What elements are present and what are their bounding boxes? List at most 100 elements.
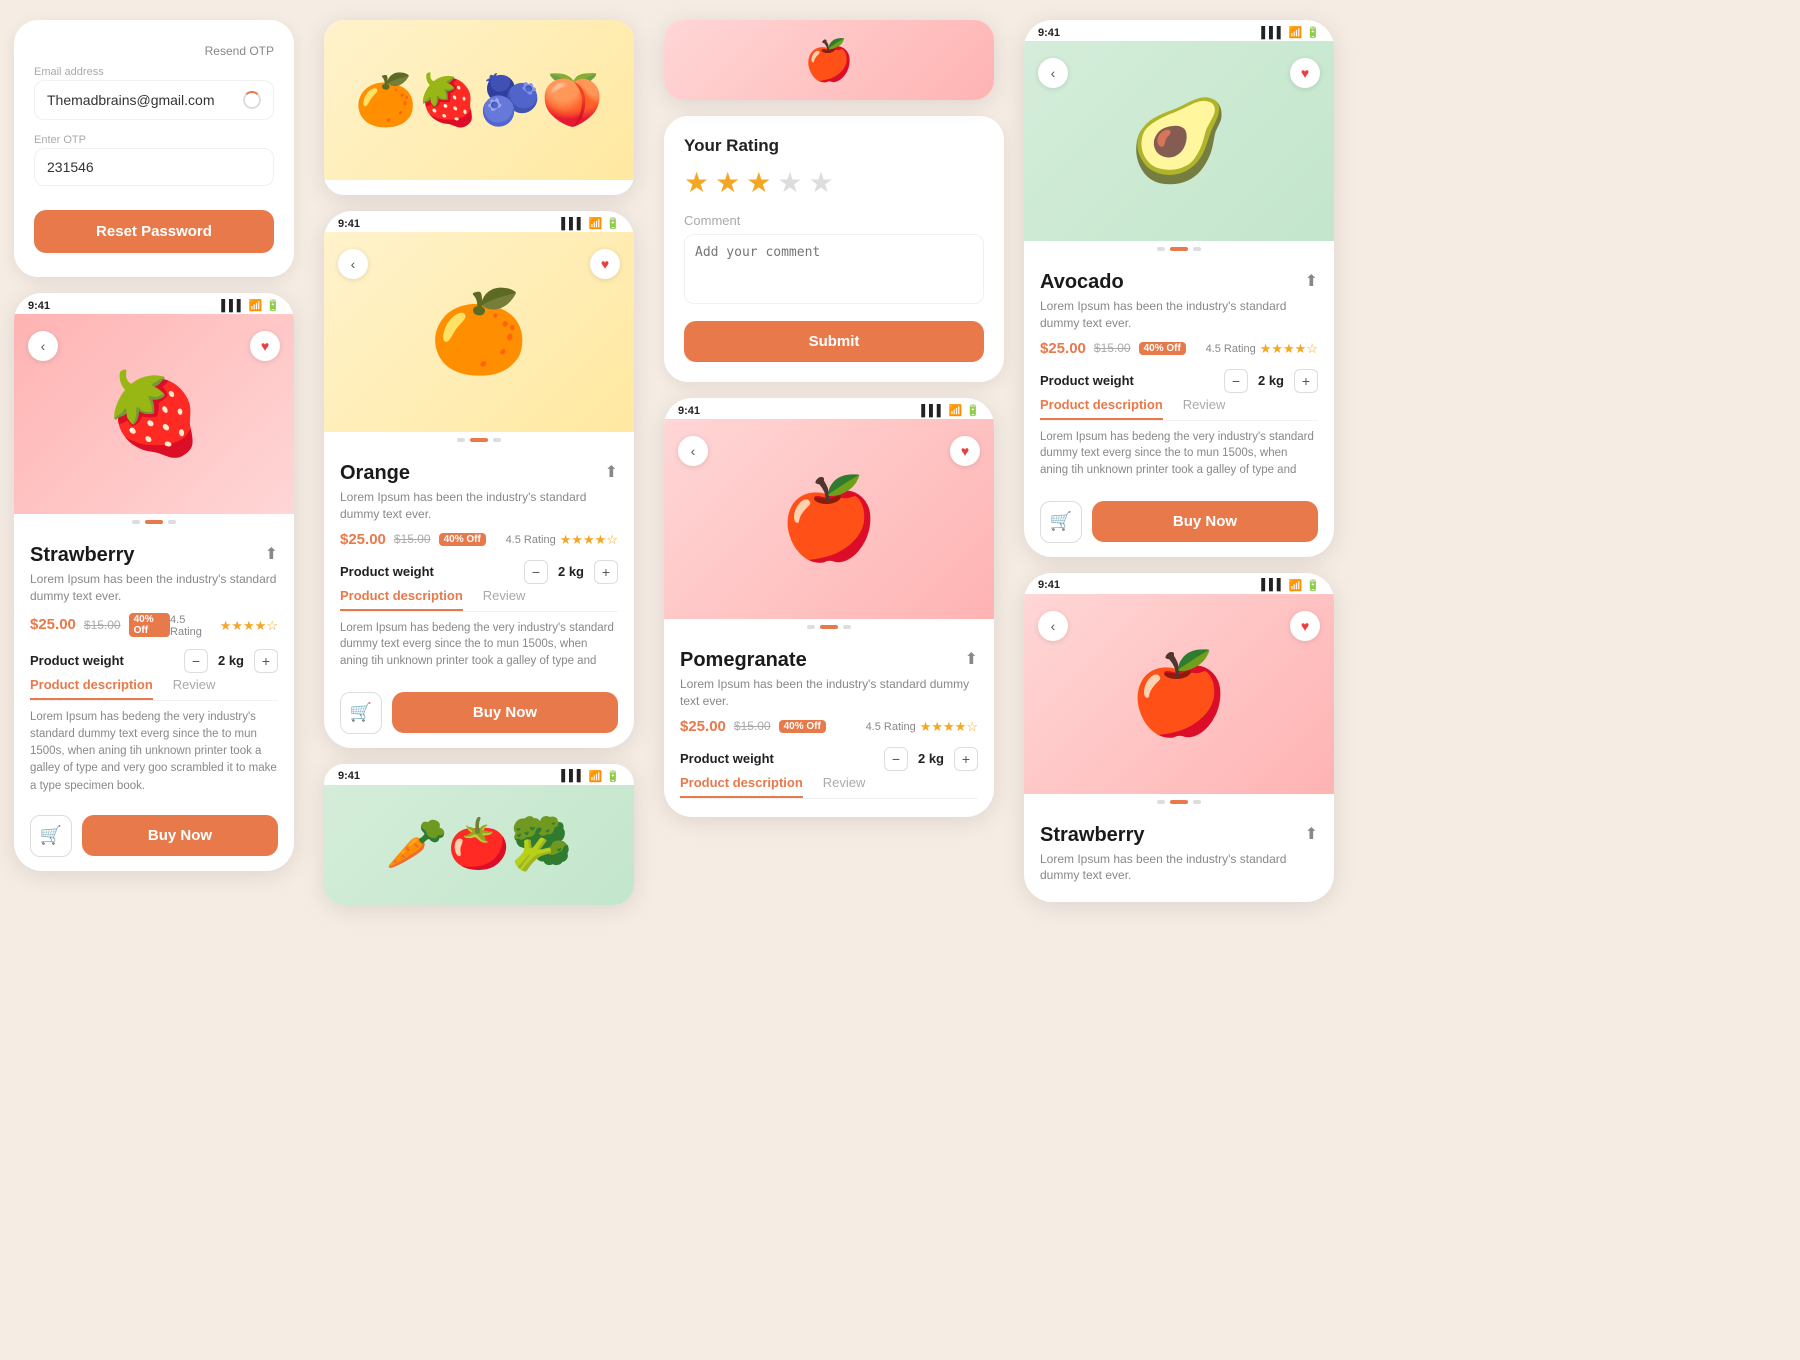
increase-weight-button[interactable]: + [254,649,278,673]
orange-product-name: Orange [340,462,410,485]
dot-2ap [1170,800,1188,804]
pom-rating-row: 4.5 Rating ★★★★☆ [866,719,978,735]
pom-price-rating-row: $25.00 $15.00 40% Off 4.5 Rating ★★★★☆ [680,718,978,737]
dot-3o [493,438,501,442]
weight-label: Product weight [30,653,124,668]
tab-review-avocado[interactable]: Review [1183,397,1226,420]
increase-weight-pom[interactable]: + [954,747,978,771]
favorite-button-orange[interactable]: ♥ [590,249,620,279]
nav-row-avocado: ‹ ♥ [1024,50,1334,96]
orange-tab-content: Lorem Ipsum has bedeng the very industry… [340,620,618,672]
orange-weight-label: Product weight [340,564,434,579]
cart-button-avocado[interactable]: 🛒 [1040,501,1082,543]
pom-weight-label: Product weight [680,751,774,766]
avocado-weight-controls: − 2 kg + [1224,369,1318,393]
increase-weight-orange[interactable]: + [594,560,618,584]
tab-product-description-orange[interactable]: Product description [340,588,463,611]
otp-input[interactable]: 231546 [34,148,274,186]
comment-label: Comment [684,213,984,228]
share-button-apple[interactable]: ⬆ [1305,824,1318,844]
share-button-pom[interactable]: ⬆ [965,649,978,669]
decrease-weight-button[interactable]: − [184,649,208,673]
orange-rating-label: 4.5 Rating [506,534,556,546]
orange-phone-card: 9:41 ▌▌▌ 📶 🔋 ‹ ♥ 🍊 Orange ⬆ Lorem Ipsum … [324,211,634,748]
favorite-button[interactable]: ♥ [250,331,280,361]
status-icons: ▌▌▌ 📶 🔋 [221,299,280,312]
submit-button[interactable]: Submit [684,321,984,362]
cart-button[interactable]: 🛒 [30,815,72,857]
tab-review-pom[interactable]: Review [823,775,866,798]
weight-controls: − 2 kg + [184,649,278,673]
tab-review-orange[interactable]: Review [483,588,526,611]
star-2[interactable]: ★ [715,166,740,199]
increase-weight-avocado[interactable]: + [1294,369,1318,393]
avocado-title-row: Avocado ⬆ [1040,271,1318,294]
image-dots-apple [1024,794,1334,810]
tab-product-description-pom[interactable]: Product description [680,775,803,798]
share-button[interactable]: ⬆ [265,544,278,564]
favorite-button-avocado[interactable]: ♥ [1290,58,1320,88]
cart-button-orange[interactable]: 🛒 [340,692,382,734]
discount-badge: 40% Off [129,613,170,637]
status-icons-apple: ▌▌▌ 📶 🔋 [1261,579,1320,592]
orange-stars: ★★★★☆ [560,532,618,548]
decrease-weight-orange[interactable]: − [524,560,548,584]
status-icons-pom: ▌▌▌ 📶 🔋 [921,404,980,417]
auth-card: Resend OTP Email address Themadbrains@gm… [14,20,294,277]
pom-weight-controls: − 2 kg + [884,747,978,771]
product-desc: Lorem Ipsum has been the industry's stan… [30,571,278,605]
tab-product-description[interactable]: Product description [30,677,153,700]
favorite-button-pom[interactable]: ♥ [950,436,980,466]
nav-row-apple: ‹ ♥ [1024,603,1334,649]
weight-value: 2 kg [218,653,244,668]
dot-3p [843,625,851,629]
apple-phone-card: 9:41 ▌▌▌ 📶 🔋 ‹ ♥ 🍎 Strawberry ⬆ Lorem Ip… [1024,573,1334,903]
orange-rating-row: 4.5 Rating ★★★★☆ [506,532,618,548]
image-dots-orange [324,432,634,448]
buy-now-button-avocado[interactable]: Buy Now [1092,501,1318,542]
back-button-orange[interactable]: ‹ [338,249,368,279]
price-current: $25.00 [30,616,76,633]
avocado-price-rating-row: $25.00 $15.00 40% Off 4.5 Rating ★★★★☆ [1040,340,1318,359]
price-old: $15.00 [84,618,121,632]
status-bar-apple: 9:41 ▌▌▌ 📶 🔋 [1024,573,1334,594]
star-5[interactable]: ★ [808,166,833,199]
pom-stars: ★★★★☆ [920,719,978,735]
reset-password-button[interactable]: Reset Password [34,210,274,253]
email-input[interactable]: Themadbrains@gmail.com [34,80,274,120]
buy-now-button-orange[interactable]: Buy Now [392,692,618,733]
comment-input[interactable] [684,234,984,304]
share-button-orange[interactable]: ⬆ [605,462,618,482]
veggies-image: 🥕🍅🥦 [324,785,634,905]
decrease-weight-avocado[interactable]: − [1224,369,1248,393]
back-button-apple[interactable]: ‹ [1038,611,1068,641]
tab-review[interactable]: Review [173,677,216,700]
tab-product-description-avocado[interactable]: Product description [1040,397,1163,420]
email-label: Email address [34,66,274,78]
star-3[interactable]: ★ [746,166,771,199]
back-button[interactable]: ‹ [28,331,58,361]
dot-3ap [1193,800,1201,804]
veggies-card: 9:41 ▌▌▌ 📶 🔋 🥕🍅🥦 [324,764,634,905]
rating-label: 4.5 Rating [170,614,216,638]
share-button-avocado[interactable]: ⬆ [1305,271,1318,291]
star-4[interactable]: ★ [777,166,802,199]
avocado-rating-row: 4.5 Rating ★★★★☆ [1206,341,1318,357]
decrease-weight-pom[interactable]: − [884,747,908,771]
orange-weight-controls: − 2 kg + [524,560,618,584]
buy-now-button[interactable]: Buy Now [82,815,278,856]
favorite-button-apple[interactable]: ♥ [1290,611,1320,641]
star-1[interactable]: ★ [684,166,709,199]
apple-title-row: Strawberry ⬆ [1040,824,1318,847]
resend-otp-link[interactable]: Resend OTP [34,44,274,58]
nav-row-orange: ‹ ♥ [324,241,634,287]
spinner-icon [243,91,261,109]
avocado-info: Avocado ⬆ Lorem Ipsum has been the indus… [1024,257,1334,491]
strawberry-phone-card: 9:41 ▌▌▌ 📶 🔋 ‹ ♥ 🍓 Strawberry ⬆ Lorem Ip… [14,293,294,871]
email-group: Email address Themadbrains@gmail.com [34,66,274,120]
pomegranate-top-card: 🍎 [664,20,994,100]
back-button-pom[interactable]: ‹ [678,436,708,466]
status-bar-veggies: 9:41 ▌▌▌ 📶 🔋 [324,764,634,785]
back-button-avocado[interactable]: ‹ [1038,58,1068,88]
pom-price-row: $25.00 $15.00 40% Off [680,718,826,735]
